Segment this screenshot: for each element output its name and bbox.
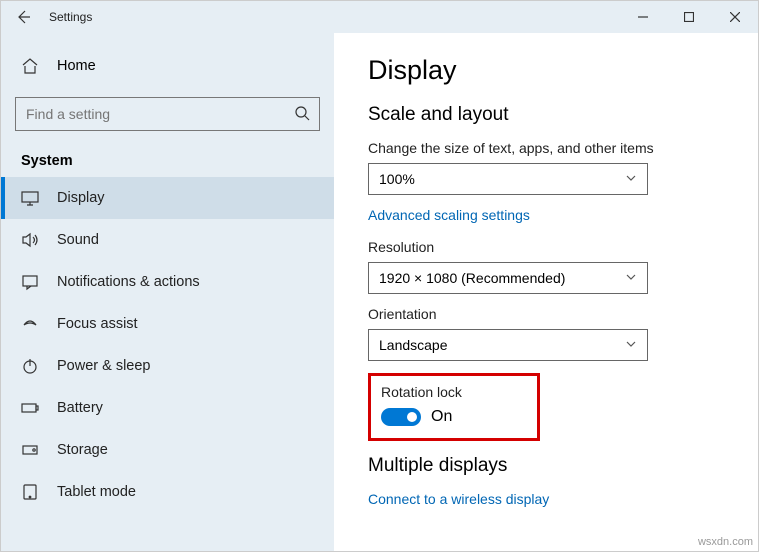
home-icon	[21, 57, 39, 75]
close-button[interactable]	[712, 1, 758, 33]
nav-battery[interactable]: Battery	[1, 387, 334, 429]
sidebar-home[interactable]: Home	[1, 49, 334, 83]
minimize-icon	[638, 12, 648, 22]
window-controls	[620, 1, 758, 33]
rotation-toggle-row: On	[381, 408, 527, 426]
sidebar-section-title: System	[1, 149, 334, 177]
home-label: Home	[57, 58, 96, 74]
nav-label: Battery	[57, 400, 103, 416]
page-title: Display	[368, 55, 724, 86]
chevron-down-icon	[625, 337, 637, 353]
display-icon	[21, 189, 39, 207]
tablet-icon	[21, 483, 39, 501]
nav-label: Notifications & actions	[57, 274, 200, 290]
multiple-displays-heading: Multiple displays	[368, 455, 724, 477]
chevron-down-icon	[625, 270, 637, 286]
settings-window: Settings Home System Display	[0, 0, 759, 552]
maximize-icon	[684, 12, 694, 22]
nav-focus-assist[interactable]: Focus assist	[1, 303, 334, 345]
titlebar: Settings	[1, 1, 758, 33]
main-content: Display Scale and layout Change the size…	[334, 33, 758, 551]
scale-select[interactable]: 100%	[368, 163, 648, 195]
resolution-value: 1920 × 1080 (Recommended)	[379, 270, 565, 286]
nav-label: Storage	[57, 442, 108, 458]
nav-label: Tablet mode	[57, 484, 136, 500]
rotation-lock-label: Rotation lock	[381, 384, 527, 400]
orientation-value: Landscape	[379, 337, 448, 353]
scale-value: 100%	[379, 171, 415, 187]
nav-sound[interactable]: Sound	[1, 219, 334, 261]
nav-display[interactable]: Display	[1, 177, 334, 219]
battery-icon	[21, 399, 39, 417]
connect-wireless-link[interactable]: Connect to a wireless display	[368, 491, 724, 507]
orientation-label: Orientation	[368, 306, 724, 322]
nav-power-sleep[interactable]: Power & sleep	[1, 345, 334, 387]
focus-assist-icon	[21, 315, 39, 333]
advanced-scaling-link[interactable]: Advanced scaling settings	[368, 207, 724, 223]
close-icon	[730, 12, 740, 22]
resolution-select[interactable]: 1920 × 1080 (Recommended)	[368, 262, 648, 294]
nav-label: Sound	[57, 232, 99, 248]
nav-label: Display	[57, 190, 105, 206]
rotation-lock-highlight: Rotation lock On	[368, 373, 540, 441]
search-input[interactable]	[15, 97, 320, 131]
back-arrow-icon	[15, 9, 31, 25]
minimize-button[interactable]	[620, 1, 666, 33]
nav-label: Power & sleep	[57, 358, 151, 374]
sound-icon	[21, 231, 39, 249]
scale-heading: Scale and layout	[368, 104, 724, 126]
watermark: wsxdn.com	[698, 536, 753, 548]
search-icon	[294, 105, 310, 126]
nav-label: Focus assist	[57, 316, 138, 332]
nav-tablet-mode[interactable]: Tablet mode	[1, 471, 334, 513]
rotation-lock-toggle[interactable]	[381, 408, 421, 426]
nav-list: Display Sound Notifications & actions Fo…	[1, 177, 334, 513]
rotation-lock-state: On	[431, 408, 452, 426]
power-icon	[21, 357, 39, 375]
nav-notifications[interactable]: Notifications & actions	[1, 261, 334, 303]
nav-storage[interactable]: Storage	[1, 429, 334, 471]
resolution-label: Resolution	[368, 239, 724, 255]
notifications-icon	[21, 273, 39, 291]
maximize-button[interactable]	[666, 1, 712, 33]
chevron-down-icon	[625, 171, 637, 187]
body: Home System Display Sound Notifications	[1, 33, 758, 551]
back-button[interactable]	[1, 1, 45, 33]
app-title: Settings	[49, 10, 92, 24]
storage-icon	[21, 441, 39, 459]
scale-label: Change the size of text, apps, and other…	[368, 140, 724, 156]
orientation-select[interactable]: Landscape	[368, 329, 648, 361]
sidebar: Home System Display Sound Notifications	[1, 33, 334, 551]
search-box[interactable]	[15, 97, 320, 131]
